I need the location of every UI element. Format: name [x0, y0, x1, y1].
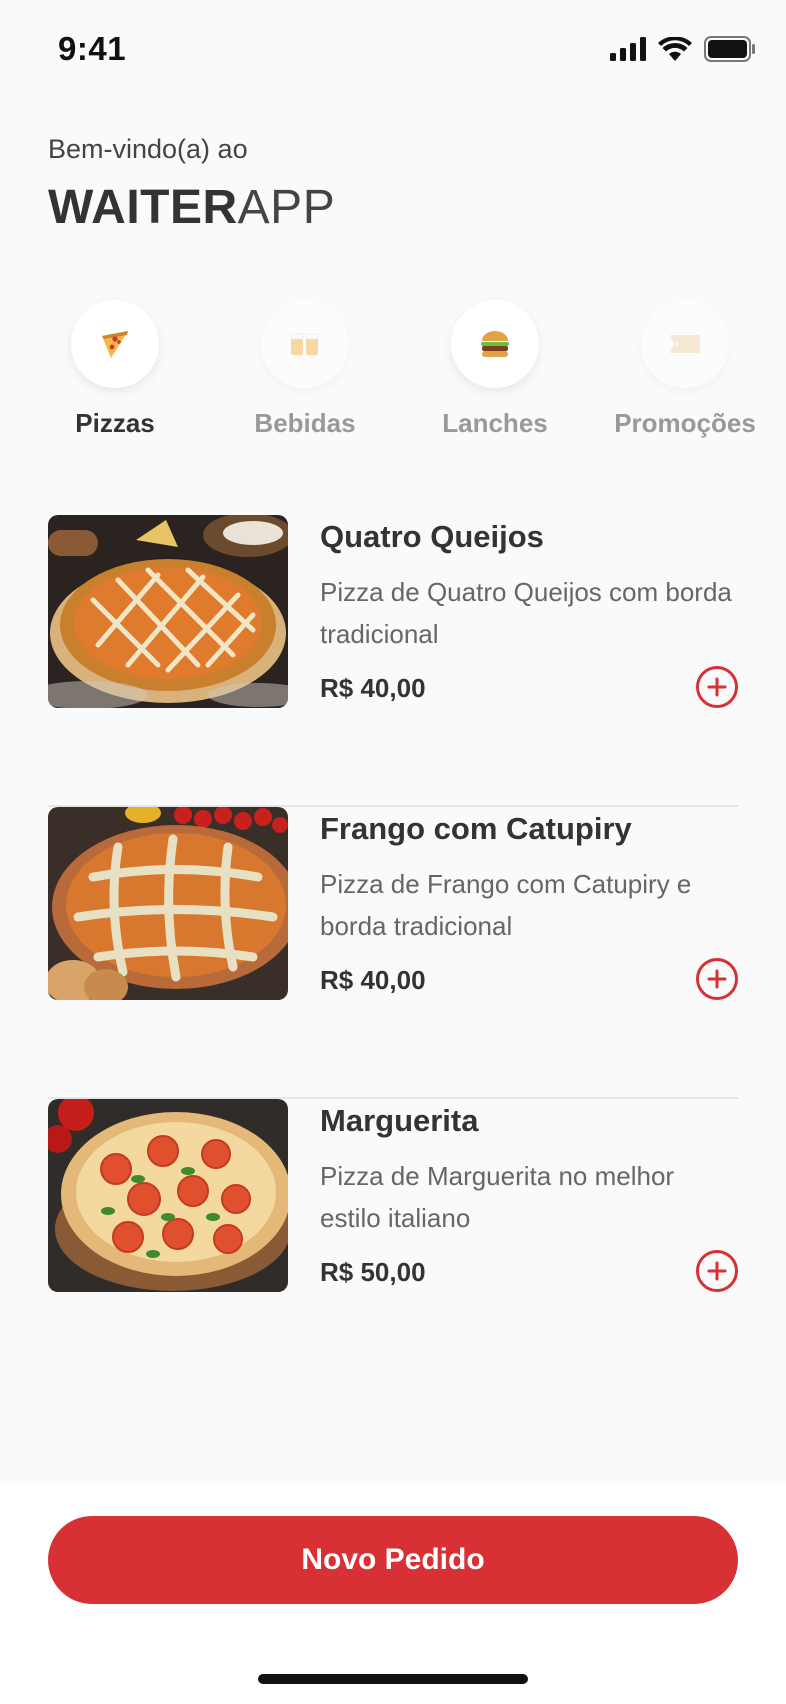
product-image-quatro-queijos: [48, 515, 288, 708]
product-price: R$ 40,00: [320, 965, 426, 995]
product-description: Pizza de Marguerita no melhor estilo ita…: [320, 1161, 675, 1233]
welcome-text: Bem-vindo(a) ao: [48, 134, 248, 164]
battery-icon: [704, 36, 755, 62]
plus-icon: [707, 969, 727, 989]
product-price: R$ 40,00: [320, 673, 426, 703]
plus-icon: [707, 677, 727, 697]
brand-strong: WAITER: [48, 181, 238, 234]
product-price: R$ 50,00: [320, 1257, 426, 1287]
category-list: Pizzas Bebidas Lanches Promoções: [30, 300, 770, 450]
category-bebidas[interactable]: Bebidas: [220, 300, 390, 450]
status-bar: 9:41: [0, 0, 786, 100]
brand-logo: WAITERAPP: [48, 180, 335, 235]
product-item[interactable]: Marguerita Pizza de Marguerita no melhor…: [48, 1099, 738, 1391]
burger-icon: [451, 300, 539, 388]
product-name: Quatro Queijos: [320, 519, 544, 554]
product-name: Frango com Catupiry: [320, 811, 632, 846]
category-label: Pizzas: [75, 408, 155, 438]
product-description: Pizza de Frango com Catupiry e borda tra…: [320, 869, 692, 941]
add-to-cart-button[interactable]: [696, 1250, 738, 1292]
wifi-icon: [658, 37, 692, 61]
category-label: Promoções: [614, 408, 756, 438]
category-label: Bebidas: [254, 408, 356, 438]
category-promocoes[interactable]: Promoções: [600, 300, 770, 450]
product-item[interactable]: Quatro Queijos Pizza de Quatro Queijos c…: [48, 515, 738, 807]
cellular-signal-icon: [610, 37, 646, 61]
category-lanches[interactable]: Lanches: [410, 300, 580, 450]
beer-icon: [261, 300, 349, 388]
plus-icon: [707, 1261, 727, 1281]
product-name: Marguerita: [320, 1103, 479, 1138]
category-pizzas[interactable]: Pizzas: [30, 300, 200, 450]
add-to-cart-button[interactable]: [696, 666, 738, 708]
product-image-marguerita: [48, 1099, 288, 1292]
product-info: Quatro Queijos Pizza de Quatro Queijos c…: [320, 515, 738, 708]
status-time: 9:41: [58, 30, 127, 67]
tag-icon: [641, 300, 729, 388]
category-label: Lanches: [442, 408, 548, 438]
home-indicator[interactable]: [258, 1674, 528, 1684]
pizza-icon: [71, 300, 159, 388]
product-item[interactable]: Frango com Catupiry Pizza de Frango com …: [48, 807, 738, 1099]
product-info: Marguerita Pizza de Marguerita no melhor…: [320, 1099, 738, 1292]
footer: Novo Pedido: [0, 1484, 786, 1704]
product-image-frango-com-catupiry: [48, 807, 288, 1000]
new-order-button[interactable]: Novo Pedido: [48, 1516, 738, 1604]
product-description: Pizza de Quatro Queijos com borda tradic…: [320, 577, 732, 649]
status-icons: [610, 36, 756, 62]
product-info: Frango com Catupiry Pizza de Frango com …: [320, 807, 738, 1000]
add-to-cart-button[interactable]: [696, 958, 738, 1000]
product-list: Quatro Queijos Pizza de Quatro Queijos c…: [48, 515, 738, 1391]
brand-light: APP: [237, 181, 336, 234]
